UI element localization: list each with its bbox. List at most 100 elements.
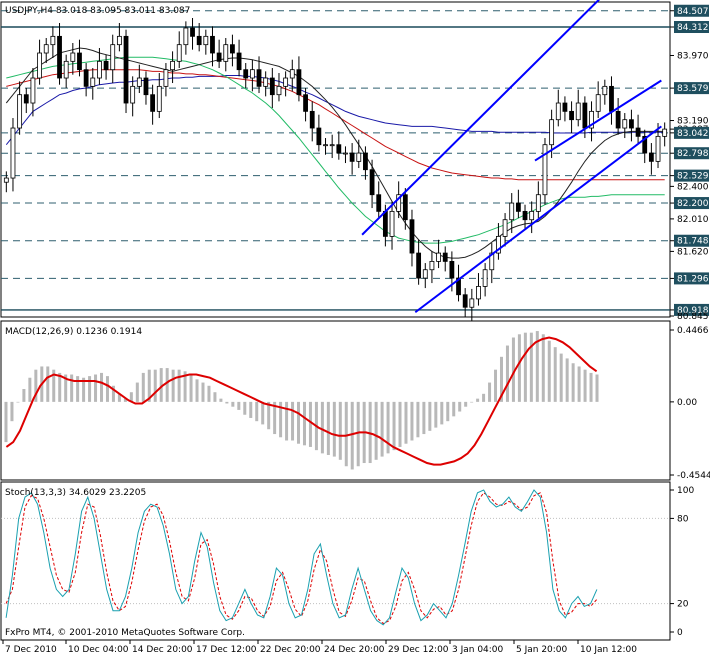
macd-histogram-bar <box>308 401 312 447</box>
candle-body <box>635 127 641 137</box>
macd-histogram-bar <box>380 401 384 457</box>
candle-body <box>97 60 102 79</box>
candle-body <box>522 210 528 221</box>
candle-body <box>369 169 375 196</box>
macd-histogram-bar <box>392 401 396 451</box>
macd-histogram-bar <box>76 376 80 402</box>
candle-body <box>316 127 322 146</box>
macd-histogram-bar <box>332 401 336 457</box>
candle-body <box>43 44 49 54</box>
candle-body <box>562 102 568 112</box>
macd-tick-label: 0.00 <box>677 398 697 408</box>
stoch-tick-label: 20 <box>677 600 689 610</box>
macd-histogram-bar <box>374 401 378 460</box>
macd-histogram-bar <box>583 369 587 402</box>
candle-body <box>529 210 535 221</box>
macd-histogram-bar <box>22 388 26 402</box>
candle-body <box>30 77 36 104</box>
candle-body <box>449 261 455 279</box>
macd-histogram-bar <box>440 401 444 425</box>
stoch-panel-title: Stoch(13,3,3) 34.6029 23.2205 <box>5 488 146 498</box>
price-tick-label: 81.620 <box>677 247 709 257</box>
macd-histogram-bar <box>291 401 295 441</box>
candle-body <box>156 85 162 112</box>
macd-histogram-bar <box>171 369 175 402</box>
candle-body <box>163 69 169 87</box>
macd-histogram-bar <box>207 385 211 402</box>
candle-body <box>243 69 249 79</box>
price-level-label: 82.200 <box>677 199 709 209</box>
time-tick-label: 17 Dec 12:00 <box>196 645 257 655</box>
candle-body <box>662 128 668 137</box>
macd-histogram-bar <box>446 401 450 422</box>
macd-histogram-bar <box>589 372 593 402</box>
macd-histogram-bar <box>505 345 509 402</box>
candle-body <box>57 35 62 79</box>
candle-body <box>70 52 76 62</box>
macd-histogram-bar <box>398 401 402 447</box>
macd-histogram-bar <box>494 369 498 402</box>
candle-body <box>309 110 315 129</box>
candle-body <box>183 27 189 46</box>
macd-histogram-bar <box>482 393 486 402</box>
candle-body <box>110 44 116 71</box>
candle-body <box>402 194 408 221</box>
price-panel-title: USDJPY,H4 83.018 83.095 83.011 83.087 <box>5 6 190 16</box>
candle-body <box>37 52 42 79</box>
macd-histogram-bar <box>416 401 420 438</box>
macd-histogram-bar <box>565 358 569 402</box>
macd-histogram-bar <box>105 376 109 402</box>
stoch-tick-label: 0 <box>677 628 683 638</box>
candle-body <box>130 85 136 104</box>
price-level-label: 81.748 <box>677 237 709 247</box>
macd-histogram-bar <box>320 401 324 454</box>
macd-histogram-bar <box>100 372 104 402</box>
price-tick-label: 82.400 <box>677 182 709 192</box>
candle-body <box>376 194 382 212</box>
copyright-footer: FxPro MT4, © 2001-2010 MetaQuotes Softwa… <box>5 628 245 638</box>
price-level-label: 82.798 <box>677 149 709 159</box>
macd-histogram-bar <box>46 366 50 402</box>
macd-histogram-bar <box>243 401 247 415</box>
macd-histogram-bar <box>255 401 259 422</box>
time-tick-label: 5 Jan 20:00 <box>516 645 568 655</box>
time-tick-label: 24 Dec 20:00 <box>324 645 385 655</box>
candle-body <box>210 35 215 54</box>
candle-body <box>23 94 29 104</box>
candle-body <box>116 35 122 46</box>
macd-histogram-bar <box>338 401 342 460</box>
price-tick-label: 83.970 <box>677 52 709 62</box>
macd-histogram-bar <box>213 392 217 402</box>
candle-body <box>143 77 149 96</box>
time-tick-label: 10 Dec 04:00 <box>68 645 129 655</box>
candle-body <box>123 35 129 104</box>
candle-body <box>462 294 468 308</box>
macd-histogram-bar <box>422 401 426 435</box>
candle-body <box>263 77 269 87</box>
candle-body <box>336 144 342 154</box>
candle-body <box>203 35 209 46</box>
time-tick-label: 29 Dec 12:00 <box>388 645 449 655</box>
macd-histogram-bar <box>553 347 557 402</box>
candle-body <box>343 152 348 155</box>
macd-histogram-bar <box>70 374 74 402</box>
macd-histogram-bar <box>547 340 551 402</box>
candle-body <box>389 210 395 237</box>
candle-body <box>276 85 282 96</box>
macd-histogram-bar <box>16 401 20 403</box>
candle-body <box>363 152 368 171</box>
macd-histogram-bar <box>523 332 527 402</box>
macd-histogram-bar <box>410 401 414 441</box>
candle-body <box>535 194 541 212</box>
macd-histogram-bar <box>201 382 205 402</box>
macd-histogram-bar <box>297 401 301 444</box>
candle-body <box>422 269 428 279</box>
macd-histogram-bar <box>249 401 253 418</box>
macd-tick-label: 0.4466 <box>677 326 709 336</box>
candle-body <box>283 77 289 87</box>
candle-body <box>236 52 242 71</box>
candle-body <box>150 94 156 112</box>
macd-histogram-bar <box>356 401 360 467</box>
candle-body <box>50 35 56 46</box>
candle-body <box>615 110 621 129</box>
